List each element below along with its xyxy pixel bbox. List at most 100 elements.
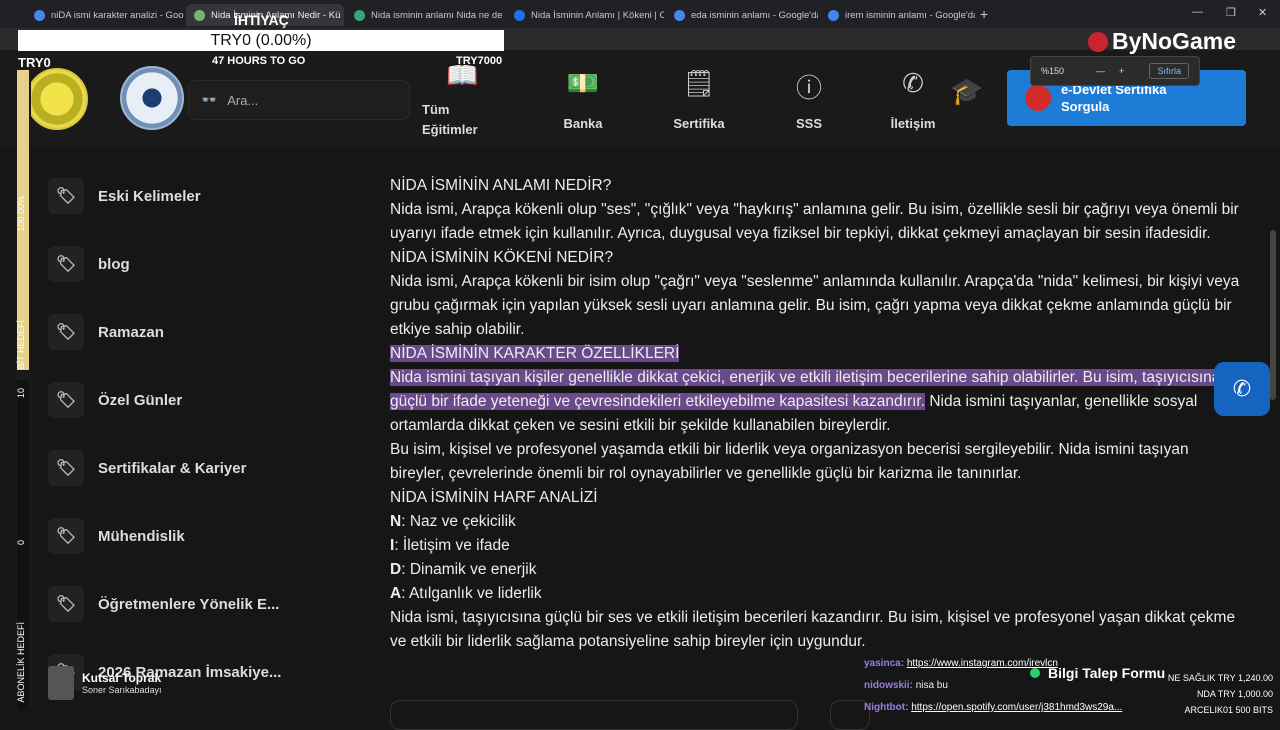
tag-icon: 🏷 bbox=[48, 586, 84, 622]
sem-logo[interactable] bbox=[120, 66, 184, 130]
tag-icon: 🏷 bbox=[48, 382, 84, 418]
glasses-icon: 👓 bbox=[201, 92, 218, 107]
new-tab-button[interactable]: + bbox=[980, 6, 988, 22]
donation-list: NE SAĞLIK TRY 1,240.00 NDA TRY 1,000.00 … bbox=[1150, 670, 1273, 718]
sidebar-item-label: Eski Kelimeler bbox=[98, 187, 201, 205]
letter: D bbox=[390, 561, 402, 578]
tag-icon: 🏷 bbox=[48, 178, 84, 214]
graduation-icon[interactable]: 🎓 bbox=[950, 76, 984, 112]
letter-row: N: Naz ve çekicilik bbox=[390, 510, 1240, 534]
heading-letters: NİDA İSMİNİN HARF ANALİZİ bbox=[390, 489, 598, 506]
tab-title: Nida İsminin Anlamı | Kökeni | C bbox=[531, 9, 664, 21]
sidebar-item[interactable]: 🏷 Ramazan bbox=[48, 314, 164, 350]
brand-text: ByNoGame bbox=[1112, 28, 1236, 54]
paragraph-leadership: Bu isim, kişisel ve profesyonel yaşamda … bbox=[390, 441, 1189, 482]
google-icon bbox=[34, 9, 45, 21]
whatsapp-button[interactable]: ✆ bbox=[1214, 362, 1270, 416]
letter-row: I: İletişim ve ifade bbox=[390, 534, 1240, 558]
chat-text: nisa bu bbox=[915, 680, 948, 691]
zoom-level: %150 bbox=[1041, 66, 1065, 76]
bynogame-icon bbox=[1088, 31, 1108, 52]
paragraph-meaning: Nida ismi, Arapça kökenli olup "ses", "ç… bbox=[390, 201, 1239, 242]
tag-icon: 🏷 bbox=[48, 314, 84, 350]
nav-label: İletişim bbox=[890, 116, 936, 131]
nav-label: Sertifika bbox=[673, 116, 725, 131]
chat-text[interactable]: https://www.instagram.com/irevlcn bbox=[907, 658, 1058, 669]
heading-meaning: NİDA İSMİNİN ANLAMI NEDİR? bbox=[390, 177, 612, 194]
nav-certificate[interactable]: 🗒 Sertifika bbox=[664, 68, 734, 131]
chat-message: nidowskii: nisa bu bbox=[864, 680, 948, 691]
donation-item: ARCELIK01 500 BITS bbox=[1184, 705, 1273, 715]
nav-bank[interactable]: 💵 Banka bbox=[548, 68, 618, 131]
article-content: NİDA İSMİNİN ANLAMI NEDİR? Nida ismi, Ar… bbox=[390, 174, 1240, 654]
minimize-button[interactable]: — bbox=[1192, 6, 1203, 18]
graduation-cap-icon: 🎓 bbox=[950, 76, 984, 106]
nav-faq[interactable]: ⓘ SSS bbox=[774, 68, 844, 131]
streamer-name: Kutsal Toprak bbox=[82, 671, 162, 685]
chat-user: Nightbot: bbox=[864, 702, 909, 713]
nav-label: Banka bbox=[563, 116, 603, 131]
browser-tab[interactable]: Nida İsminin Anlamı | Kökeni | C✕ bbox=[506, 4, 664, 26]
sidebar-item[interactable]: 🏷 Özel Günler bbox=[48, 382, 182, 418]
zoom-popup: %150 — + Sıfırla bbox=[1030, 56, 1200, 86]
zoom-in-button[interactable]: + bbox=[1119, 66, 1124, 76]
goal-time-left: 47 HOURS TO GO bbox=[212, 55, 306, 67]
paragraph-origin: Nida ismi, Arapça kökenli bir isim olup … bbox=[390, 273, 1240, 338]
goal-title: İHTİYAÇ bbox=[234, 12, 289, 28]
letter: A bbox=[390, 585, 402, 602]
tab-title: irem isminin anlamı - Google'da bbox=[845, 9, 975, 21]
page-scrollbar[interactable] bbox=[1270, 230, 1276, 400]
letter-meaning: : Naz ve çekicilik bbox=[401, 513, 516, 530]
nav-label: Tüm Eğitimler bbox=[422, 102, 478, 137]
paragraph-character: Nida ismini taşıyan kişiler genellikle d… bbox=[390, 366, 1240, 438]
university-logo[interactable] bbox=[26, 68, 88, 130]
search-placeholder: Ara... bbox=[227, 92, 259, 108]
sidebar-item[interactable]: 🏷 Öğretmenlere Yönelik E... bbox=[48, 586, 279, 622]
sidebar-item[interactable]: 🏷 Sertifikalar & Kariyer bbox=[48, 450, 246, 486]
tag-icon: 🏷 bbox=[48, 450, 84, 486]
tab-title: niDA ismi karakter analizi - Goo bbox=[51, 9, 184, 21]
edevlet-icon bbox=[1025, 85, 1051, 111]
maximize-button[interactable]: ❐ bbox=[1226, 6, 1236, 19]
donation-item: NDA TRY 1,000.00 bbox=[1196, 689, 1273, 699]
letter-row: A: Atılganlık ve liderlik bbox=[390, 582, 1240, 606]
goal-progress-bar: TRY0 (0.00%) bbox=[18, 30, 504, 51]
browser-tab[interactable]: eda isminin anlamı - Google'da✕ bbox=[666, 4, 818, 26]
search-input[interactable]: 👓 Ara... bbox=[188, 80, 410, 120]
letter-row: D: Dinamik ve enerjik bbox=[390, 558, 1240, 582]
info-icon: ⓘ bbox=[795, 73, 822, 103]
sidebar-item-label: Özel Günler bbox=[98, 391, 183, 409]
phone-icon: ✆ bbox=[902, 68, 924, 98]
nav-contact[interactable]: ✆ İletişim bbox=[878, 68, 948, 131]
nav-label: SSS bbox=[795, 116, 822, 131]
sidebar-item-label: Sertifikalar & Kariyer bbox=[98, 459, 247, 477]
letter-meaning: : Dinamik ve enerjik bbox=[401, 561, 537, 578]
zoom-reset-button[interactable]: Sıfırla bbox=[1149, 63, 1189, 79]
chat-message: yasinca: https://www.instagram.com/irevl… bbox=[864, 658, 1058, 669]
status-dot bbox=[1030, 668, 1040, 678]
document-icon: 🗒 bbox=[682, 68, 716, 98]
heading-character: NİDA İSMİNİN KARAKTER ÖZELLİKLERİ bbox=[390, 345, 680, 362]
browser-tab[interactable]: niDA ismi karakter analizi - Goo✕ bbox=[26, 4, 184, 26]
google-icon bbox=[828, 9, 839, 21]
nav-all-courses[interactable]: 📖 Tüm Eğitimler bbox=[416, 60, 506, 140]
sidebar-item[interactable]: 🏷 blog bbox=[48, 246, 130, 282]
zoom-out-button[interactable]: — bbox=[1096, 66, 1105, 76]
browser-tab-bar: niDA ismi karakter analizi - Goo✕ Nida İ… bbox=[0, 0, 1280, 28]
browser-tab[interactable]: Nida isminin anlamı Nida ne de✕ bbox=[346, 4, 504, 26]
sidebar-item[interactable]: 🏷 Mühendislik bbox=[48, 518, 185, 554]
letter-meaning: : Atılganlık ve liderlik bbox=[401, 585, 542, 602]
heading-origin: NİDA İSMİNİN KÖKENİ NEDİR? bbox=[390, 249, 614, 266]
tab-title: Nida isminin anlamı Nida ne de bbox=[371, 9, 503, 21]
browser-tab[interactable]: irem isminin anlamı - Google'da✕ bbox=[820, 4, 975, 26]
money-icon: 💵 bbox=[566, 68, 600, 98]
letter: N bbox=[390, 513, 402, 530]
edevlet-label: e-Devlet Sertifika Sorgula bbox=[1061, 82, 1167, 114]
chat-text[interactable]: https://open.spotify.com/user/j381hmd3ws… bbox=[911, 702, 1122, 713]
bottom-card bbox=[390, 700, 798, 730]
sidebar-item-label: Mühendislik bbox=[98, 527, 185, 545]
close-window-button[interactable]: ✕ bbox=[1258, 6, 1267, 19]
sidebar-item[interactable]: 🏷 Eski Kelimeler bbox=[48, 178, 201, 214]
sidebar-item-label: Ramazan bbox=[98, 323, 164, 341]
chat-user: yasinca: bbox=[864, 658, 905, 669]
